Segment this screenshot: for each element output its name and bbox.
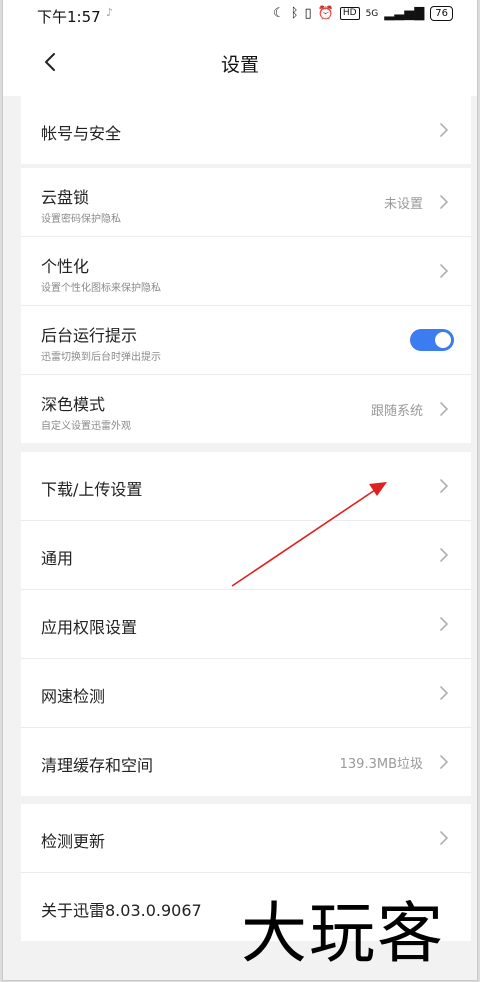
row-value: 跟随系统: [370, 404, 423, 419]
row-title: 帐号与安全: [41, 124, 122, 143]
chevron-right-icon: [440, 686, 449, 700]
battery-level: 76: [430, 6, 453, 21]
row-title: 云盘锁: [41, 188, 90, 207]
row-title: 检测更新: [41, 832, 106, 851]
row-title: 下载/上传设置: [41, 480, 143, 499]
settings-row-personalize[interactable]: 个性化 设置个性化图标来保护隐私: [21, 237, 471, 306]
settings-row-cloud-lock[interactable]: 云盘锁 设置密码保护隐私 未设置: [21, 168, 471, 237]
row-title: 通用: [41, 549, 74, 568]
row-value: 139.3MB垃圾: [339, 757, 423, 772]
chevron-right-icon: [440, 264, 449, 278]
settings-row-clear-cache[interactable]: 清理缓存和空间 139.3MB垃圾: [21, 728, 471, 796]
music-note-icon: ♪: [106, 6, 114, 19]
row-title: 网速检测: [41, 687, 106, 706]
background-tip-toggle[interactable]: [410, 329, 454, 351]
settings-row-background-tip: 后台运行提示 迅雷切换到后台时弹出提示: [21, 306, 471, 375]
chevron-right-icon: [440, 402, 449, 416]
row-title: 应用权限设置: [41, 618, 138, 637]
chevron-right-icon: [440, 479, 449, 493]
settings-group-privacy: 云盘锁 设置密码保护隐私 未设置 个性化 设置个性化图标来保护隐私 后台运行提示…: [21, 168, 471, 443]
bluetooth-icon: ᛒ: [290, 6, 299, 21]
settings-row-general[interactable]: 通用: [21, 521, 471, 590]
row-subtitle: 自定义设置迅雷外观: [41, 421, 131, 432]
settings-group-account: 帐号与安全: [21, 96, 471, 164]
settings-group-general: 下载/上传设置 通用 应用权限设置 网速检测 清理缓存和空间 139.3MB垃圾: [21, 452, 471, 796]
row-subtitle: 设置密码保护隐私: [41, 214, 121, 225]
chevron-right-icon: [440, 548, 449, 562]
settings-row-dark-mode[interactable]: 深色模式 自定义设置迅雷外观 跟随系统: [21, 375, 471, 443]
row-subtitle: 设置个性化图标来保护隐私: [41, 283, 161, 294]
page-title: 设置: [220, 54, 259, 76]
row-title: 关于迅雷8.03.0.9067: [41, 901, 202, 920]
settings-row-check-update[interactable]: 检测更新: [21, 804, 471, 873]
settings-row-download-upload[interactable]: 下载/上传设置: [21, 452, 471, 521]
nav-bar: 设置: [3, 30, 477, 96]
row-subtitle: 迅雷切换到后台时弹出提示: [41, 352, 161, 363]
status-icons: ☾ ᛒ ▯ ⏰ HD 5G ▂▃▅▇ 76: [273, 6, 453, 21]
watermark-logo: 大玩客: [241, 895, 445, 972]
chevron-right-icon: [440, 831, 449, 845]
row-title: 深色模式: [41, 395, 106, 414]
row-title: 个性化: [41, 257, 90, 276]
settings-row-account-security[interactable]: 帐号与安全: [21, 96, 471, 164]
chevron-right-icon: [440, 123, 449, 137]
signal-icon: ▂▃▅▇: [384, 6, 425, 21]
toggle-knob: [435, 332, 451, 348]
row-title: 清理缓存和空间: [41, 756, 154, 775]
status-time: 下午1:57: [37, 8, 101, 26]
chevron-right-icon: [440, 195, 449, 209]
chevron-right-icon: [440, 755, 449, 769]
settings-row-speed-test[interactable]: 网速检测: [21, 659, 471, 728]
status-bar: 下午1:57 ♪ ☾ ᛒ ▯ ⏰ HD 5G ▂▃▅▇ 76: [3, 0, 477, 30]
vibrate-icon: ▯: [304, 6, 312, 21]
chevron-right-icon: [440, 617, 449, 631]
network-label: 5G: [365, 8, 379, 19]
row-value: 未设置: [383, 197, 423, 212]
moon-icon: ☾: [273, 6, 285, 21]
settings-row-permissions[interactable]: 应用权限设置: [21, 590, 471, 659]
row-title: 后台运行提示: [41, 326, 138, 345]
hd-icon: HD: [339, 7, 360, 20]
screen: 下午1:57 ♪ ☾ ᛒ ▯ ⏰ HD 5G ▂▃▅▇ 76 设置 帐号与安全 …: [2, 0, 478, 981]
alarm-icon: ⏰: [317, 6, 334, 21]
